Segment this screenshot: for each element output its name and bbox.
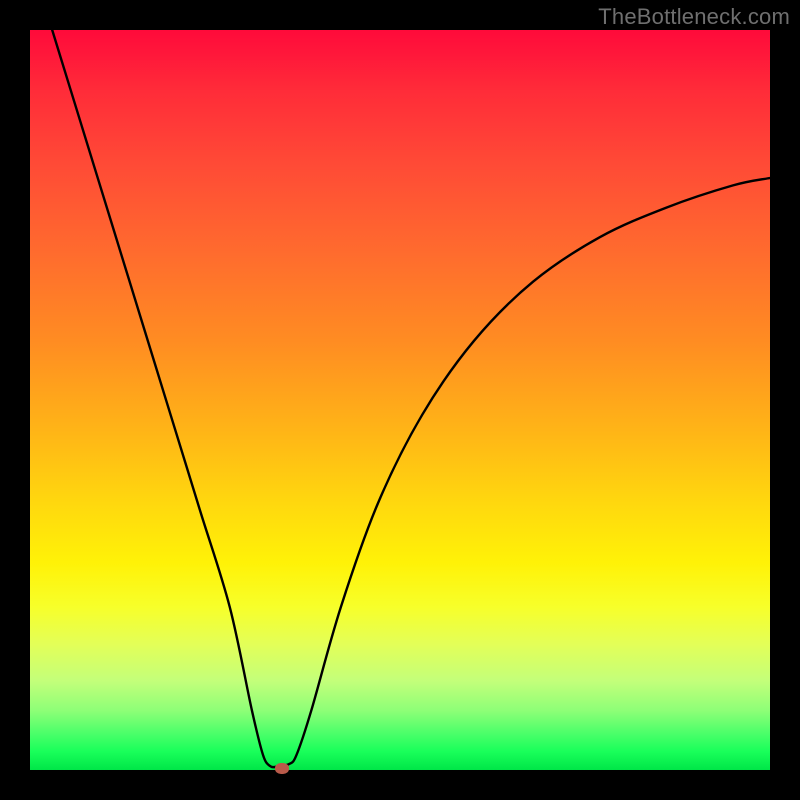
watermark-text: TheBottleneck.com — [598, 4, 790, 30]
curve-svg — [30, 30, 770, 770]
plot-area — [30, 30, 770, 770]
optimal-point-marker — [275, 763, 289, 774]
chart-stage: TheBottleneck.com — [0, 0, 800, 800]
bottleneck-curve — [52, 30, 770, 767]
